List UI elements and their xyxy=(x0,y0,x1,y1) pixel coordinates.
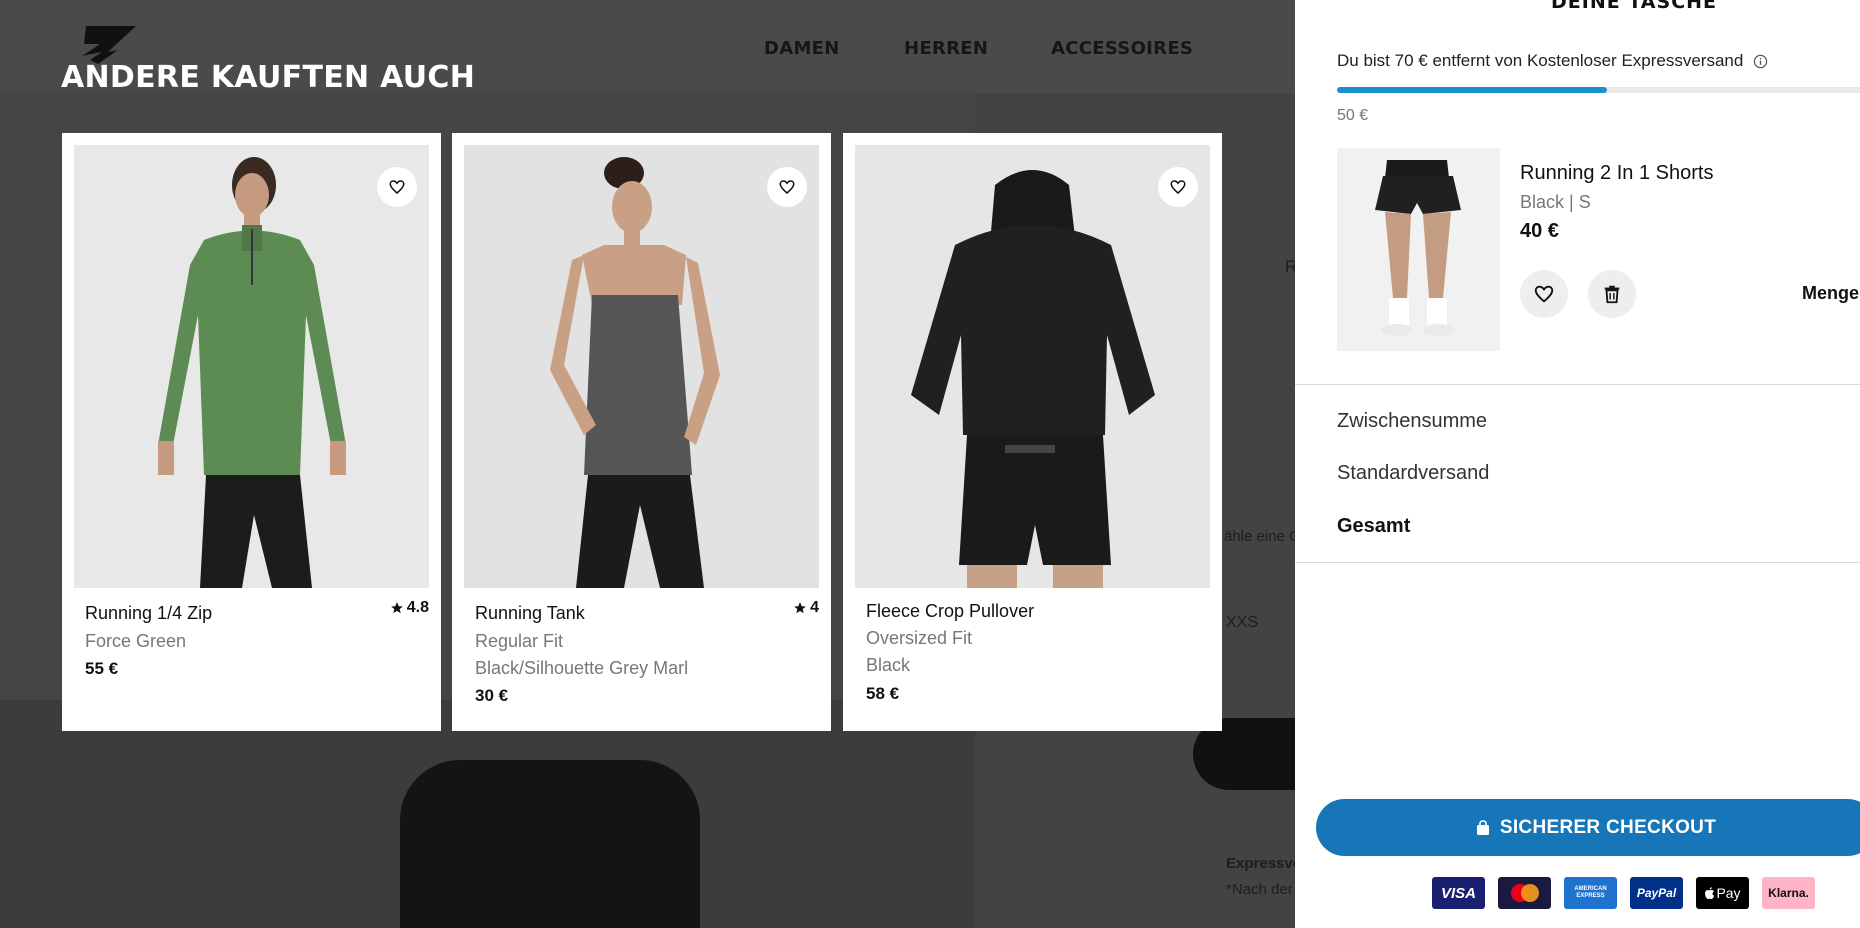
nav-accessoires[interactable]: ACCESSOIRES xyxy=(1051,38,1193,59)
recommendations-title: ANDERE KAUFTEN AUCH xyxy=(61,60,476,95)
nav-herren[interactable]: HERREN xyxy=(904,38,988,59)
product-card[interactable]: Running Tank 4 Regular Fit Black/Silhoue… xyxy=(452,133,831,731)
shopping-bag-icon xyxy=(1476,819,1489,835)
cart-item-image[interactable] xyxy=(1337,148,1500,351)
apple-pay-icon: Pay xyxy=(1696,877,1749,909)
progress-amount-label: 50 € xyxy=(1337,107,1369,124)
cart-item-variant: Black | S xyxy=(1520,192,1591,212)
shipping-progress-fill xyxy=(1337,87,1607,93)
product-rating: 4.8 xyxy=(390,599,429,617)
star-icon xyxy=(794,602,806,614)
heart-icon xyxy=(1534,285,1554,303)
secure-checkout-button[interactable]: SICHERER CHECKOUT xyxy=(1316,799,1860,856)
wishlist-button[interactable] xyxy=(377,167,417,207)
product-name[interactable]: Fleece Crop Pullover xyxy=(866,601,1034,622)
amex-icon: AMERICAN EXPRESS xyxy=(1564,877,1617,909)
product-price: 58 € xyxy=(866,684,900,703)
product-name[interactable]: Running 1/4 Zip xyxy=(85,603,212,624)
visa-icon: VISA xyxy=(1432,877,1485,909)
product-fit: Regular Fit xyxy=(475,631,564,651)
checkout-label: SICHERER CHECKOUT xyxy=(1499,816,1717,838)
cart-title: DEINE TASCHE xyxy=(1551,0,1718,13)
product-card[interactable]: Running 1/4 Zip 4.8 Force Green 55 € xyxy=(62,133,441,731)
product-color: Black/Silhouette Grey Marl xyxy=(475,658,689,678)
subtotal-label: Zwischensumme xyxy=(1337,410,1488,432)
product-rating: 4 xyxy=(793,599,819,617)
nav-damen[interactable]: DAMEN xyxy=(764,38,840,59)
product-color: Black xyxy=(866,655,911,675)
product-image[interactable] xyxy=(464,145,819,588)
background-fragment: XXS xyxy=(1226,614,1259,631)
rating-value: 4 xyxy=(810,599,819,616)
cart-item-name[interactable]: Running 2 In 1 Shorts xyxy=(1520,162,1713,185)
shipping-progress-bar xyxy=(1337,87,1860,93)
background-fragment: Expressve xyxy=(1226,855,1302,872)
divider xyxy=(1295,384,1860,385)
cart-drawer: DEINE TASCHE Du bist 70 € entfernt von K… xyxy=(1295,0,1860,928)
product-image[interactable] xyxy=(74,145,429,588)
info-icon[interactable] xyxy=(1753,54,1768,69)
mastercard-icon xyxy=(1498,877,1551,909)
quantity-label[interactable]: Menge xyxy=(1802,283,1859,304)
product-card[interactable]: Fleece Crop Pullover Oversized Fit Black… xyxy=(843,133,1222,731)
trash-icon xyxy=(1604,285,1620,304)
total-label: Gesamt xyxy=(1337,515,1411,537)
product-name[interactable]: Running Tank xyxy=(475,603,585,624)
background-fragment: ähle eine G xyxy=(1224,528,1301,545)
background-shorts-shape xyxy=(400,760,700,928)
wishlist-button[interactable] xyxy=(1158,167,1198,207)
product-price: 55 € xyxy=(85,659,119,678)
remove-item-button[interactable] xyxy=(1588,270,1636,318)
heart-icon xyxy=(389,180,405,194)
product-color: Force Green xyxy=(85,631,187,651)
heart-icon xyxy=(1170,180,1186,194)
product-fit: Oversized Fit xyxy=(866,628,973,648)
divider xyxy=(1295,562,1860,563)
star-icon xyxy=(390,602,403,614)
background-fragment: *Nach der xyxy=(1226,881,1293,898)
free-shipping-message: Du bist 70 € entfernt von Kostenloser Ex… xyxy=(1337,51,1768,71)
paypal-icon: PayPal xyxy=(1630,877,1683,909)
rating-value: 4.8 xyxy=(406,599,429,616)
klarna-icon: Klarna. xyxy=(1762,877,1815,909)
shipping-message-text: Du bist 70 € entfernt von Kostenloser Ex… xyxy=(1337,51,1744,70)
heart-icon xyxy=(779,180,795,194)
product-price: 30 € xyxy=(475,686,509,705)
move-to-wishlist-button[interactable] xyxy=(1520,270,1568,318)
shipping-label: Standardversand xyxy=(1337,462,1490,484)
wishlist-button[interactable] xyxy=(767,167,807,207)
cart-item-price: 40 € xyxy=(1520,220,1559,242)
product-image[interactable] xyxy=(855,145,1210,588)
